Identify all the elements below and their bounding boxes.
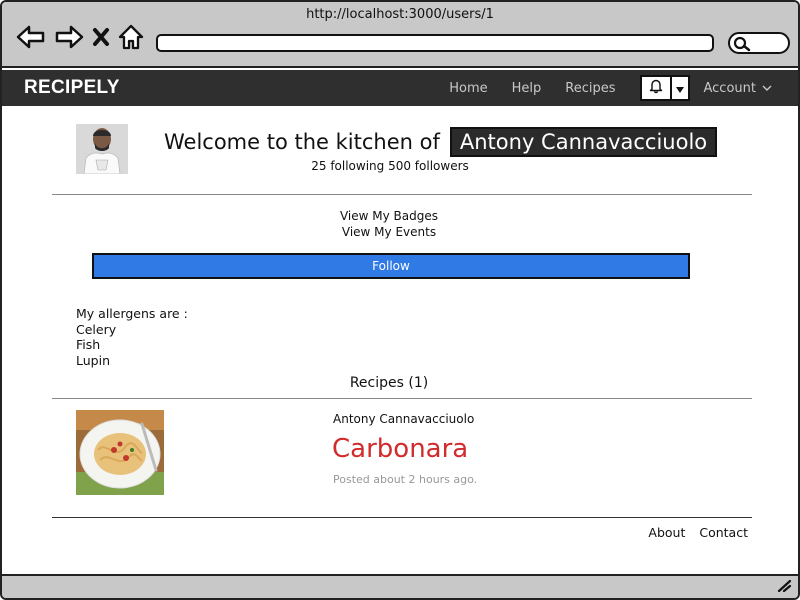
recipe-title-link[interactable]: Carbonara <box>332 434 468 464</box>
view-events-link[interactable]: View My Events <box>2 224 776 240</box>
browser-search-field[interactable] <box>728 32 790 54</box>
bell-icon <box>648 78 664 98</box>
forward-icon[interactable] <box>54 24 84 50</box>
footer-links: About Contact <box>648 525 748 540</box>
profile-name: Antony Cannavacciuolo <box>449 127 718 157</box>
view-badges-link[interactable]: View My Badges <box>2 208 776 224</box>
caret-down-icon <box>675 79 685 98</box>
divider <box>52 194 752 195</box>
footer-divider <box>52 517 752 518</box>
footer-contact-link[interactable]: Contact <box>699 525 748 540</box>
chevron-down-icon <box>762 81 772 96</box>
resize-grip-icon[interactable] <box>776 577 792 596</box>
allergen-item: Celery <box>76 321 117 337</box>
recipe-author[interactable]: Antony Cannavacciuolo <box>333 412 474 426</box>
address-bar[interactable] <box>156 34 714 52</box>
divider <box>52 398 752 399</box>
notifications-dropdown <box>639 75 690 101</box>
url-title: http://localhost:3000/users/1 <box>306 7 494 22</box>
follow-button[interactable]: Follow <box>92 253 690 279</box>
brand-logo[interactable]: RECIPELY <box>24 77 120 99</box>
nav-help-link[interactable]: Help <box>512 81 542 96</box>
notifications-caret-button[interactable] <box>671 75 690 101</box>
recipes-heading: Recipes (1) <box>349 375 429 391</box>
allergens-heading: My allergens are : <box>76 306 188 321</box>
recipe-image[interactable] <box>76 410 164 495</box>
allergen-item: Fish <box>76 337 101 352</box>
nav-links: Home Help Recipes Account <box>449 70 798 106</box>
footer-about-link[interactable]: About <box>648 525 685 540</box>
account-label: Account <box>703 80 757 96</box>
notifications-button[interactable] <box>639 75 672 101</box>
browser-toolbar: http://localhost:3000/users/1 <box>2 2 798 68</box>
browser-nav-buttons <box>16 24 144 50</box>
home-icon[interactable] <box>118 24 144 50</box>
follow-stats: 25 following 500 followers <box>311 159 469 173</box>
back-icon[interactable] <box>16 24 46 50</box>
allergen-item: Lupin <box>76 352 110 368</box>
close-icon[interactable] <box>92 26 110 48</box>
browser-window: http://localhost:3000/users/1 RECIPELY H… <box>0 0 800 600</box>
browser-statusbar <box>2 574 798 598</box>
welcome-heading: Welcome to the kitchen of Antony Cannava… <box>164 127 718 157</box>
account-menu[interactable]: Account <box>704 81 773 96</box>
nav-home-link[interactable]: Home <box>449 81 487 96</box>
profile-links: View My Badges View My Events <box>2 208 776 240</box>
allergens-section: My allergens are : Celery Fish Lupin <box>76 306 188 368</box>
nav-recipes-link[interactable]: Recipes <box>565 81 615 96</box>
app-navbar: RECIPELY Home Help Recipes Account <box>2 70 798 106</box>
recipe-timestamp: Posted about 2 hours ago. <box>333 473 478 486</box>
welcome-text: Welcome to the kitchen of <box>164 130 440 154</box>
